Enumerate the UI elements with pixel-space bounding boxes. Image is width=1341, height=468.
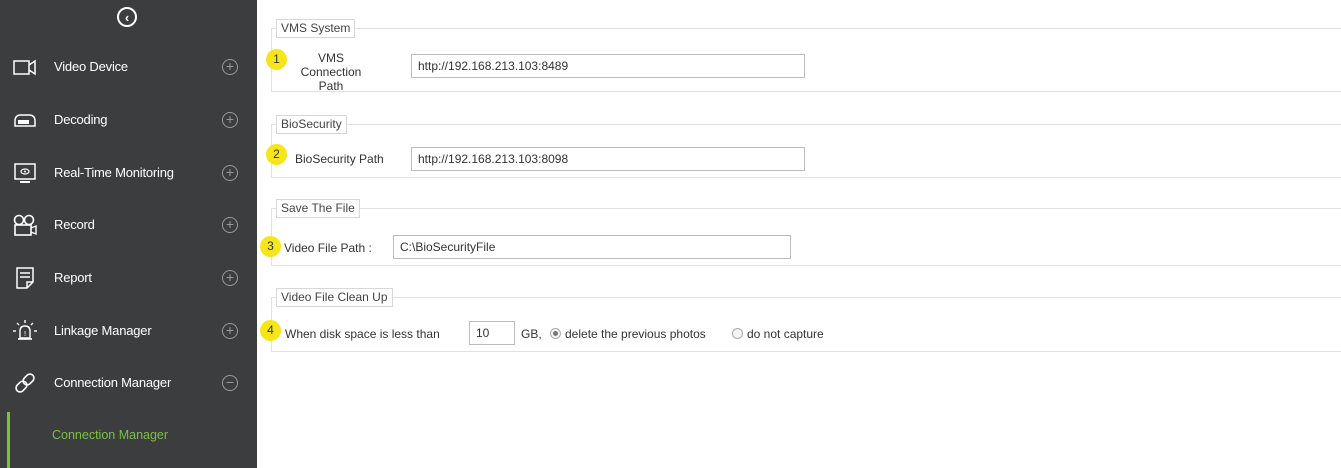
sidebar-item-label: Record bbox=[54, 217, 95, 232]
expand-icon[interactable]: + bbox=[222, 112, 238, 128]
expand-icon[interactable]: + bbox=[222, 165, 238, 181]
sidebar-item-video-device[interactable]: Video Device + bbox=[0, 41, 257, 93]
disk-space-threshold-input[interactable] bbox=[469, 321, 515, 345]
active-indicator bbox=[7, 412, 10, 468]
sidebar: ‹ Video Device + Decoding + Real-Time Mo… bbox=[0, 0, 257, 468]
sidebar-item-label: Report bbox=[54, 270, 92, 285]
video-file-path-input[interactable] bbox=[393, 235, 791, 259]
cleanup-section bbox=[271, 297, 1341, 352]
step-badge: 3 bbox=[260, 236, 281, 257]
vms-path-label: VMS Connection Path bbox=[300, 51, 362, 93]
main-content: VMS System 1 VMS Connection Path BioSecu… bbox=[257, 0, 1341, 468]
sidebar-item-label: Video Device bbox=[54, 59, 128, 74]
delete-previous-photos-label: delete the previous photos bbox=[565, 327, 706, 341]
decoder-icon bbox=[14, 114, 36, 127]
do-not-capture-label: do not capture bbox=[747, 327, 824, 341]
save-file-legend: Save The File bbox=[276, 199, 360, 218]
sidebar-item-real-time-monitoring[interactable]: Real-Time Monitoring + bbox=[0, 147, 257, 199]
sidebar-item-decoding[interactable]: Decoding + bbox=[0, 94, 257, 146]
sidebar-item-report[interactable]: Report + bbox=[0, 252, 257, 304]
video-camera-icon bbox=[13, 59, 36, 76]
sidebar-subitem-label: Connection Manager bbox=[52, 428, 169, 442]
link-icon bbox=[15, 373, 35, 393]
vms-path-input[interactable] bbox=[411, 54, 805, 78]
sidebar-item-label: Real-Time Monitoring bbox=[54, 165, 174, 180]
chevron-left-circle-icon[interactable]: ‹ bbox=[117, 7, 137, 27]
svg-text:!: ! bbox=[24, 330, 27, 338]
do-not-capture-radio[interactable] bbox=[732, 328, 743, 339]
delete-previous-photos-radio[interactable] bbox=[550, 328, 561, 339]
sidebar-item-label: Decoding bbox=[54, 112, 108, 127]
report-icon bbox=[16, 267, 34, 289]
disk-space-label: When disk space is less than bbox=[285, 327, 440, 341]
disk-space-unit: GB, bbox=[521, 327, 542, 341]
step-badge: 1 bbox=[266, 49, 287, 70]
vms-system-legend: VMS System bbox=[276, 19, 356, 38]
step-badge: 2 bbox=[266, 144, 287, 165]
sidebar-subitem-connection-manager[interactable]: Connection Manager bbox=[0, 412, 257, 468]
sidebar-item-label: Connection Manager bbox=[54, 375, 172, 390]
sidebar-item-record[interactable]: Record + bbox=[0, 199, 257, 251]
recorder-icon bbox=[13, 214, 37, 236]
collapse-icon[interactable]: − bbox=[222, 375, 238, 391]
sidebar-item-label: Linkage Manager bbox=[54, 323, 152, 338]
alarm-icon: ! bbox=[13, 320, 37, 340]
step-badge: 4 bbox=[260, 320, 281, 341]
biosecurity-path-input[interactable] bbox=[411, 147, 805, 171]
sidebar-item-linkage-manager[interactable]: ! Linkage Manager + bbox=[0, 305, 257, 357]
expand-icon[interactable]: + bbox=[222, 323, 238, 339]
video-file-path-label: Video File Path : bbox=[284, 241, 372, 255]
monitor-icon bbox=[14, 163, 36, 183]
expand-icon[interactable]: + bbox=[222, 270, 238, 286]
biosecurity-path-label: BioSecurity Path bbox=[295, 152, 384, 166]
cleanup-legend: Video File Clean Up bbox=[276, 288, 393, 307]
sidebar-item-connection-manager[interactable]: Connection Manager − bbox=[0, 357, 257, 409]
biosecurity-legend: BioSecurity bbox=[276, 115, 347, 134]
expand-icon[interactable]: + bbox=[222, 217, 238, 233]
expand-icon[interactable]: + bbox=[222, 59, 238, 75]
